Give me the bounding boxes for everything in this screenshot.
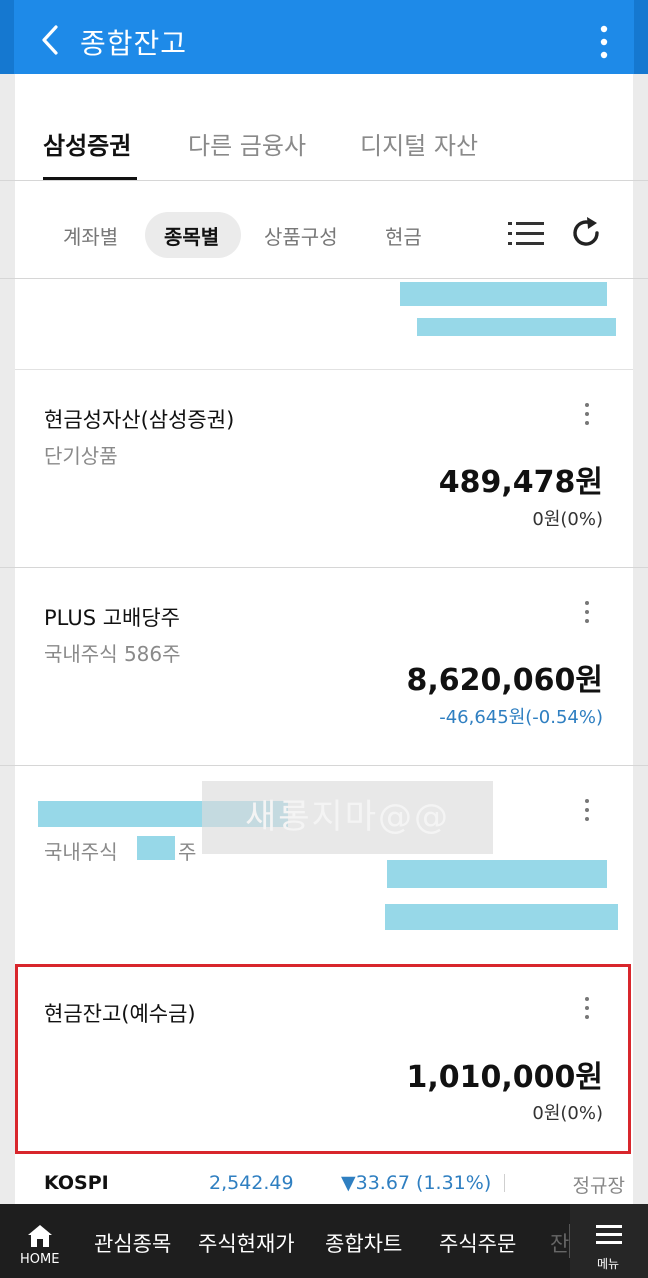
ticker-index-name: KOSPI [44, 1172, 109, 1194]
holding-category: 국내주식 586주 [44, 642, 181, 666]
ticker-index-value: 2,542.49 [209, 1172, 294, 1194]
nav-chart[interactable]: 종합차트 [325, 1228, 402, 1258]
header-edge-right [634, 0, 648, 74]
page-title: 종합잔고 [80, 27, 188, 60]
redacted-amount [387, 860, 607, 888]
holding-amount: 489,478원 [438, 465, 603, 500]
ticker-separator [504, 1174, 505, 1192]
holding-options-icon[interactable] [582, 601, 592, 631]
holding-change: 0원(0%) [532, 509, 603, 530]
holding-options-icon[interactable] [582, 403, 592, 433]
subtab-by-account[interactable]: 계좌별 [63, 221, 118, 250]
nav-order[interactable]: 주식주문 [439, 1228, 516, 1258]
nav-menu-label: 메뉴 [597, 1257, 620, 1271]
holding-change: -46,645원(-0.54%) [439, 707, 603, 728]
subtabs-divider [0, 278, 648, 279]
redacted-amount [400, 282, 607, 306]
holding-quantity-unit: 주 [178, 840, 197, 864]
tab-other-financial[interactable]: 다른 금융사 [188, 126, 306, 161]
holding-options-icon[interactable] [582, 799, 592, 829]
row-divider [15, 369, 633, 370]
more-options-icon[interactable] [592, 22, 616, 62]
header-edge-left [0, 0, 14, 74]
nav-current-price[interactable]: 주식현재가 [198, 1228, 295, 1258]
holding-change: 0원(0%) [532, 1103, 603, 1124]
back-icon[interactable] [34, 22, 70, 58]
nav-truncated-item[interactable]: 잔 [550, 1228, 569, 1258]
redacted-change [385, 904, 618, 930]
list-view-icon[interactable] [507, 219, 545, 249]
subtab-cash[interactable]: 현금 [385, 221, 422, 250]
holding-name[interactable]: 현금잔고(예수금) [44, 998, 196, 1028]
holding-amount: 8,620,060원 [406, 663, 603, 698]
menu-icon [596, 1225, 622, 1244]
tabs-divider [0, 180, 648, 181]
holding-category: 국내주식 [44, 840, 118, 864]
holding-category: 단기상품 [44, 444, 118, 468]
nav-menu[interactable]: 메뉴 [570, 1204, 648, 1278]
holding-name[interactable]: PLUS 고배당주 [44, 602, 180, 632]
holding-options-icon[interactable] [582, 997, 592, 1027]
row-divider [0, 567, 648, 568]
subtab-by-item[interactable]: 종목별 [164, 221, 219, 250]
market-ticker[interactable]: KOSPI 2,542.49 ▼33.67 (1.31%) 정규장 [15, 1162, 633, 1204]
ticker-session: 정규장 [572, 1175, 625, 1197]
home-icon [28, 1225, 52, 1247]
nav-home-label: HOME [20, 1252, 60, 1267]
subtab-product-composition[interactable]: 상품구성 [264, 221, 338, 250]
nav-watchlist[interactable]: 관심종목 [94, 1228, 171, 1258]
bottom-nav: HOME 관심종목 주식현재가 종합차트 주식주문 잔 메뉴 [0, 1204, 648, 1278]
app-header: 종합잔고 [0, 0, 648, 74]
ticker-index-change: ▼33.67 (1.31%) [341, 1172, 492, 1194]
row-divider [0, 765, 648, 766]
redacted-quantity [137, 836, 175, 860]
holding-amount: 1,010,000원 [406, 1060, 603, 1095]
tab-samsung-securities[interactable]: 삼성증권 [43, 126, 131, 161]
tab-digital-assets[interactable]: 디지털 자산 [360, 126, 478, 161]
watermark: 새롱지마@@ [202, 781, 493, 854]
refresh-icon[interactable] [570, 216, 604, 250]
holding-name[interactable]: 현금성자산(삼성증권) [44, 404, 234, 434]
nav-home[interactable]: HOME [0, 1204, 80, 1278]
redacted-change [417, 318, 616, 336]
